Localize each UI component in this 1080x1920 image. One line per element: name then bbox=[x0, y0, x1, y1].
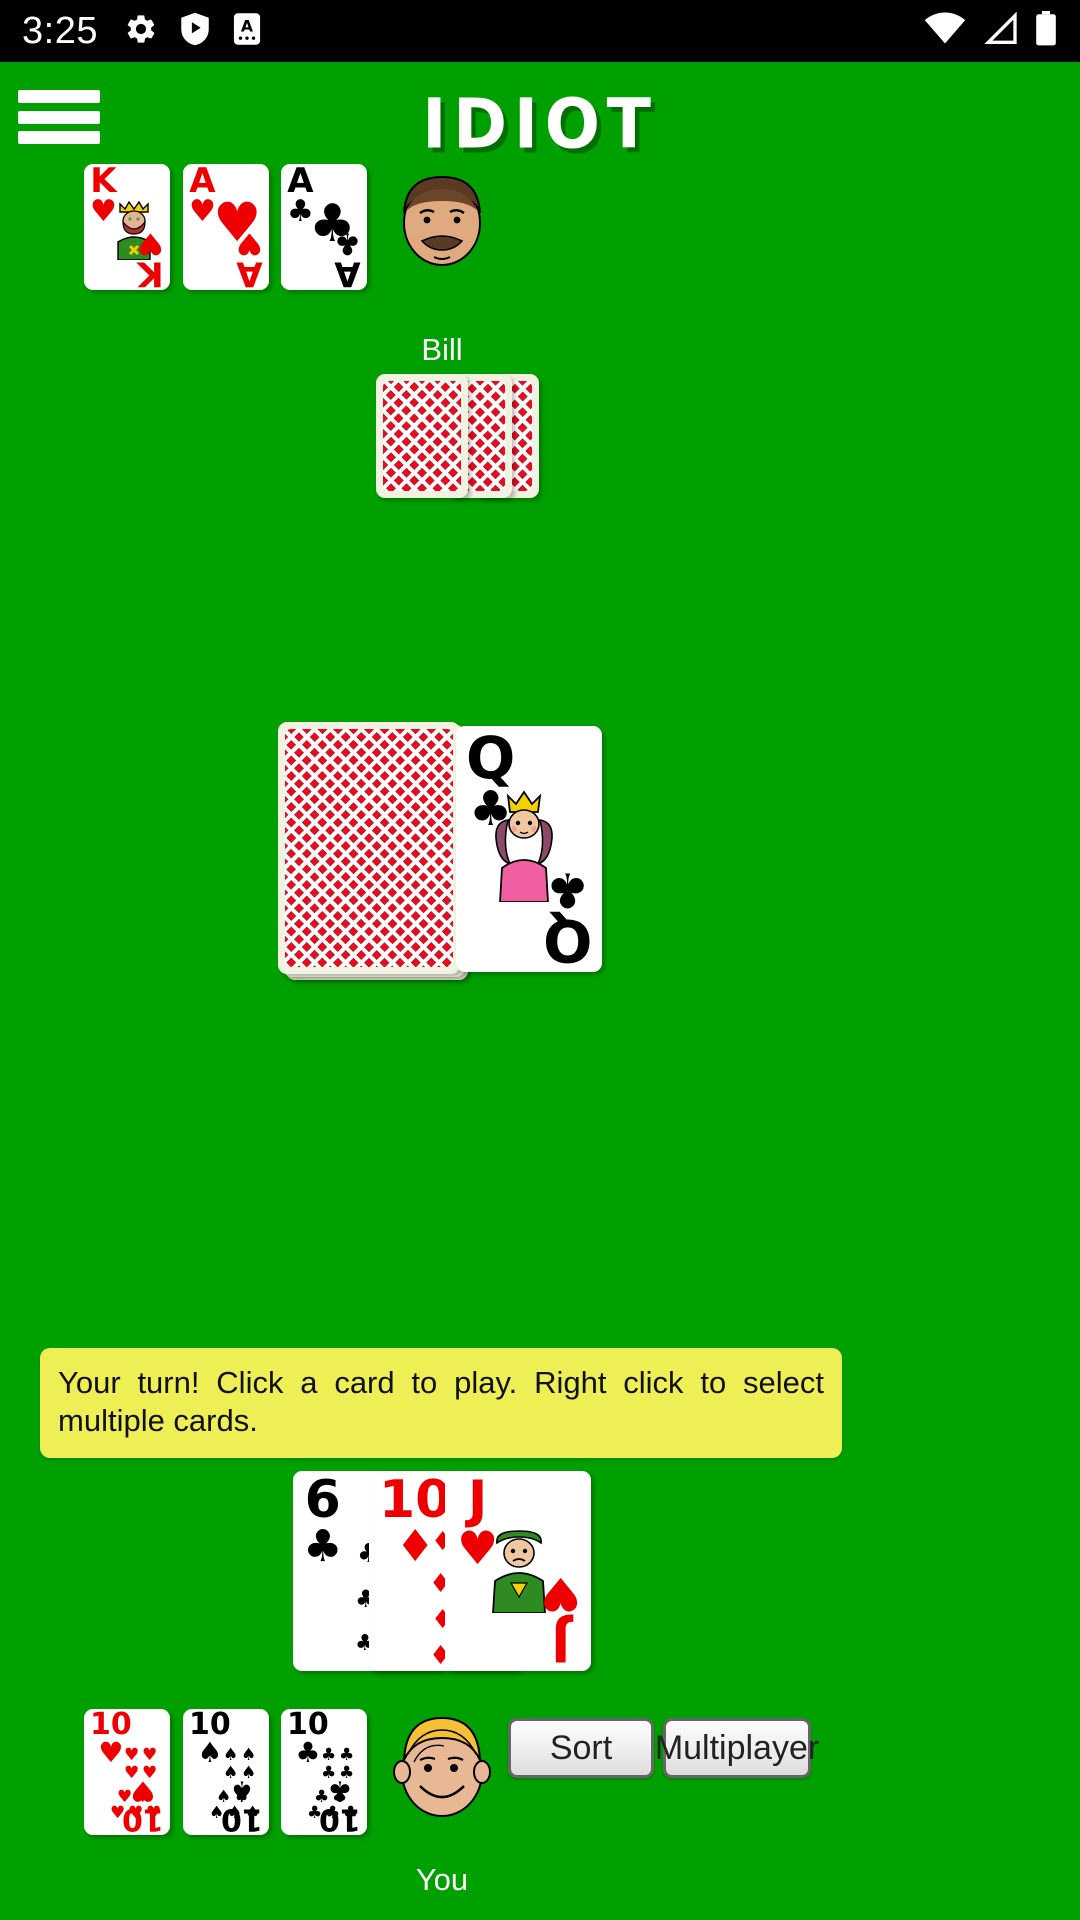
opponent-face-up-card[interactable]: K ♥ K ♥ bbox=[84, 164, 170, 290]
player-avatar bbox=[393, 1716, 491, 1817]
card-rank: 10 bbox=[319, 1802, 361, 1835]
play-protect-icon bbox=[180, 12, 210, 51]
card-rank: Q bbox=[542, 906, 592, 972]
card-suit: ♥ bbox=[137, 224, 164, 260]
card-corner-index-bottom: Q ♣ bbox=[542, 860, 592, 972]
card-suit: ♣ bbox=[545, 860, 589, 917]
status-bar-notification-icons: A bbox=[124, 12, 262, 51]
card-corner-index: A ♥ bbox=[189, 164, 216, 230]
card-pip: ♠ bbox=[241, 1745, 257, 1765]
multiplayer-button[interactable]: Multiplayer bbox=[655, 1718, 819, 1778]
opponent-avatar bbox=[403, 175, 481, 266]
cellular-signal-icon bbox=[980, 11, 1020, 51]
card-corner-index-bottom: A ♥ bbox=[236, 224, 263, 290]
sort-button[interactable]: Sort bbox=[508, 1718, 654, 1778]
app-a-icon: A bbox=[232, 12, 262, 51]
discard-pile-top-card[interactable]: Q ♣ Q ♣ bbox=[456, 726, 602, 972]
card-suit: ♠ bbox=[229, 1775, 255, 1809]
card-corner-index-bottom: 10 ♥ bbox=[122, 1775, 164, 1835]
card-pip: ♠ bbox=[223, 1745, 239, 1765]
player-name-label: You bbox=[415, 1862, 469, 1897]
opponent-face-up-card[interactable]: A ♣ ♣ A ♣ bbox=[281, 164, 367, 290]
card-rank: A bbox=[334, 253, 361, 290]
card-corner-index-bottom: 10 ♣ bbox=[319, 1775, 361, 1835]
card-rank: Q bbox=[466, 726, 516, 792]
player-face-up-card[interactable]: 10 ♠ ♠ ♠ ♠ ♠ ♠ ♠ ♠ ♠ ♠ 10 ♠ bbox=[183, 1709, 269, 1835]
status-bar-system-icons bbox=[924, 10, 1058, 52]
card-corner-index-bottom: K ♥ bbox=[137, 224, 164, 290]
card-suit: ♥ bbox=[539, 1567, 581, 1622]
card-suit: ♣ bbox=[327, 1775, 353, 1809]
app-bar: IDIOT bbox=[0, 62, 1080, 170]
card-pip: ♥ bbox=[142, 1745, 158, 1765]
player-face-up-card[interactable]: 10 ♥ ♥ ♥ ♥ ♥ ♥ ♥ ♥ ♥ ♥ 10 ♥ bbox=[84, 1709, 170, 1835]
card-rank: A bbox=[236, 253, 263, 290]
card-suit: ♣ bbox=[334, 224, 361, 260]
card-rank: A bbox=[287, 164, 314, 201]
card-pip: ♥ bbox=[124, 1745, 140, 1765]
player-hand-card[interactable]: J ♥ J ♥ bbox=[445, 1471, 591, 1671]
card-corner-index-bottom: J ♥ bbox=[539, 1567, 581, 1671]
card-corner-index-bottom: 10 ♠ bbox=[221, 1775, 263, 1835]
card-rank: 10 bbox=[122, 1802, 164, 1835]
card-suit: ♥ bbox=[236, 224, 263, 260]
opponent-face-down-card bbox=[376, 374, 468, 498]
card-back-pattern bbox=[383, 381, 461, 491]
player-face-up-card[interactable]: 10 ♣ ♣ ♣ ♣ ♣ ♣ ♣ ♣ ♣ ♣ 10 ♣ bbox=[281, 1709, 367, 1835]
draw-pile[interactable] bbox=[278, 722, 460, 974]
card-rank: K bbox=[90, 164, 117, 201]
battery-icon bbox=[1034, 10, 1058, 52]
card-back-pattern bbox=[285, 729, 453, 967]
card-corner-index-bottom: A ♣ bbox=[334, 224, 361, 290]
card-rank: K bbox=[137, 253, 164, 290]
status-message-banner: Your turn! Click a card to play. Right c… bbox=[40, 1348, 842, 1458]
card-rank: J bbox=[550, 1612, 571, 1671]
card-rank: A bbox=[189, 164, 216, 201]
card-rank: 10 bbox=[221, 1802, 263, 1835]
opponent-name-label: Bill bbox=[421, 332, 463, 367]
card-pip: ♣ bbox=[321, 1745, 337, 1765]
status-bar-clock: 3:25 bbox=[22, 9, 98, 52]
wifi-icon bbox=[924, 12, 966, 51]
card-suit: ♥ bbox=[189, 194, 216, 230]
opponent-face-up-card[interactable]: A ♥ ♥ A ♥ bbox=[183, 164, 269, 290]
svg-text:A: A bbox=[241, 16, 254, 35]
card-suit: ♥ bbox=[130, 1775, 156, 1809]
gear-icon bbox=[124, 12, 158, 51]
card-pip: ♣ bbox=[339, 1745, 355, 1765]
app-title: IDIOT bbox=[422, 84, 658, 165]
status-bar: 3:25 A bbox=[0, 0, 1080, 62]
